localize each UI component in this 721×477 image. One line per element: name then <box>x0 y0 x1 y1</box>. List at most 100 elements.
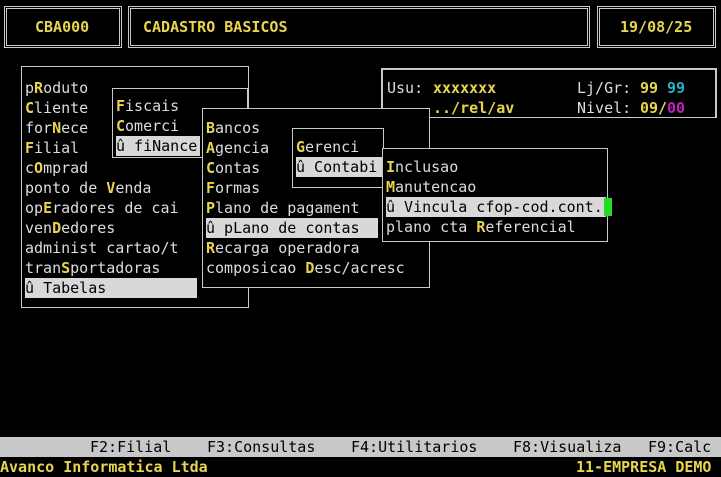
main-menu-item[interactable]: opEradores de cai <box>25 198 197 218</box>
group-value: 99 <box>667 79 686 97</box>
financeiro-menu-item[interactable]: Plano de pagament <box>206 198 378 218</box>
store-value: 99 <box>640 79 659 97</box>
f9-calc-key[interactable]: F9:Calc <box>648 437 711 457</box>
financeiro-menu-item-hotkey: C <box>206 159 216 177</box>
f8-visualiza-key[interactable]: F8:Visualiza <box>513 437 621 457</box>
contabil-menu-item-hotkey: M <box>386 178 396 196</box>
company-name: Avanco Informatica Ltda <box>0 458 208 476</box>
main-menu-item-label-rest: mprad <box>43 159 89 177</box>
main-menu-item-label: op <box>25 199 44 217</box>
main-menu-item-label-rest: enda <box>115 179 152 197</box>
main-menu-item-label-rest: oduto <box>43 79 89 97</box>
main-menu-item[interactable]: ponto de Venda <box>25 178 197 198</box>
main-menu-item-label-rest: ilial <box>34 139 80 157</box>
contabil-menu-item[interactable]: plano cta Referencial <box>386 217 606 237</box>
contabil-menu-item-label-rest: anutencao <box>395 178 477 196</box>
plano-menu-item-label-rest: erenci <box>305 138 360 156</box>
f4-utilitarios-key[interactable]: F4:Utilitarios <box>351 437 477 457</box>
f2-filial-key[interactable]: F2:Filial <box>90 437 171 457</box>
main-menu-item-label: û <box>25 279 44 297</box>
main-menu-item-hotkey: R <box>34 79 44 97</box>
user-info-box: Usu: xxxxxxx Lj/Gr: 99 99 ../rel/av Nive… <box>381 68 717 118</box>
main-menu-item-label-rest: edores <box>61 219 116 237</box>
level-value-2: 00 <box>667 99 686 117</box>
store-group-label: Lj/Gr: <box>577 79 632 97</box>
main-menu-item-label: ven <box>25 219 53 237</box>
main-menu-item[interactable]: venDedores <box>25 218 197 238</box>
contabil-submenu: Inclusao Manutencao û Vincula cfop-cod.con… <box>382 148 608 242</box>
f3-consultas-key[interactable]: F3:Consultas <box>207 437 315 457</box>
main-menu-item-label: tran <box>25 259 62 277</box>
financeiro-menu-item[interactable]: Recarga operadora <box>206 238 378 258</box>
level-label: Nivel: <box>577 99 632 117</box>
tabelas-menu-item[interactable]: Comerci <box>116 116 200 136</box>
contabil-menu-item-hotkey: R <box>476 218 486 236</box>
financeiro-menu-item-hotkey: B <box>206 119 216 137</box>
main-menu-item-hotkey: T <box>43 279 53 297</box>
main-menu-item-label-rest: radores de cai <box>52 199 179 217</box>
tabelas-menu-item-label-rest: omerci <box>125 117 180 135</box>
financeiro-menu-item-hotkey: A <box>206 139 216 157</box>
financeiro-menu-item-label: û p <box>206 219 234 237</box>
path-value: ../rel/av <box>433 99 515 117</box>
program-code: CBA000 <box>35 18 90 36</box>
user-label: Usu: <box>387 79 424 97</box>
header-code-box: CBA000 <box>4 6 122 48</box>
tabelas-menu-item-hotkey: C <box>116 117 126 135</box>
main-menu-item-hotkey: S <box>61 259 71 277</box>
main-menu-item-hotkey: D <box>52 219 62 237</box>
tabelas-menu-item-hotkey: F <box>116 97 126 115</box>
plano-contas-submenu: Gerenci û Contabi <box>292 128 384 188</box>
contabil-menu-item[interactable]: Inclusao <box>386 157 606 177</box>
tabelas-menu-item-label: û fi <box>116 137 153 155</box>
main-menu-item-hotkey: E <box>43 199 53 217</box>
main-menu-item[interactable]: administ cartao/t <box>25 238 197 258</box>
financeiro-menu-item[interactable]: composicao Desc/acresc <box>206 258 405 278</box>
financeiro-menu-item-label-rest: lano de pagament <box>215 199 360 217</box>
main-menu-item-hotkey: C <box>25 99 35 117</box>
main-menu-item-hotkey: N <box>52 119 62 137</box>
text-cursor <box>604 198 612 216</box>
page-title: CADASTRO BASICOS <box>143 18 288 36</box>
level-separator: / <box>658 99 668 117</box>
financeiro-menu-item-label-rest: esc/acresc <box>314 259 405 277</box>
contabil-menu-item-label: û Vincula cfop-cod.cont. <box>386 198 603 216</box>
tabelas-menu-item-label-rest: iscais <box>125 97 180 115</box>
financeiro-menu-item[interactable]: û pLano de contas <box>206 218 378 238</box>
financeiro-menu-item-label-rest: ontas <box>215 159 261 177</box>
financeiro-menu-item-hotkey: P <box>206 199 216 217</box>
contabil-menu-item-hotkey: I <box>386 158 396 176</box>
financeiro-menu-item-label-rest: ormas <box>215 179 261 197</box>
tabelas-menu-item-hotkey: N <box>152 137 162 155</box>
financeiro-menu-item-hotkey: R <box>206 239 216 257</box>
main-menu-item[interactable]: cOmprad <box>25 158 197 178</box>
main-menu-item-label-rest: abelas <box>52 279 107 297</box>
plano-menu-item[interactable]: û Contabi <box>296 157 382 177</box>
main-menu-item-hotkey: V <box>106 179 116 197</box>
contabil-menu-item-label-rest: eferencial <box>485 218 576 236</box>
main-menu-item-label: for <box>25 119 53 137</box>
main-menu-item[interactable]: tranSportadoras <box>25 258 197 278</box>
main-menu-item-label: p <box>25 79 35 97</box>
financeiro-menu-item-label: composicao <box>206 259 306 277</box>
main-menu-item-label: administ cartao/t <box>25 239 179 257</box>
main-menu-item-label-rest: portadoras <box>70 259 161 277</box>
company-code: 11-EMPRESA DEMO <box>576 458 712 476</box>
financeiro-menu-item-hotkey: L <box>233 219 243 237</box>
main-menu-item-label-rest: liente <box>34 99 89 117</box>
header-date-box: 19/08/25 <box>597 6 716 48</box>
financeiro-menu-item-label-rest: ecarga operadora <box>215 239 360 257</box>
contabil-menu-item-label: plano cta <box>386 218 477 236</box>
plano-menu-item[interactable]: Gerenci <box>296 137 382 157</box>
main-menu-item[interactable]: û Tabelas <box>25 278 197 298</box>
tabelas-menu-item[interactable]: û fiNance <box>116 136 200 156</box>
contabil-menu-item[interactable]: û Vincula cfop-cod.cont. <box>386 197 606 217</box>
contabil-menu-item[interactable]: Manutencao <box>386 177 606 197</box>
financeiro-menu-item-label-rest: gencia <box>215 139 270 157</box>
level-value: 09 <box>640 99 659 117</box>
financeiro-menu-item-label-rest: ancos <box>215 119 261 137</box>
user-value: xxxxxxx <box>433 79 497 97</box>
tabelas-menu-item[interactable]: Fiscais <box>116 96 200 116</box>
function-key-bar: F2:Filial F3:Consultas F4:Utilitarios F8… <box>0 437 721 457</box>
header-title-box: CADASTRO BASICOS <box>128 6 590 48</box>
